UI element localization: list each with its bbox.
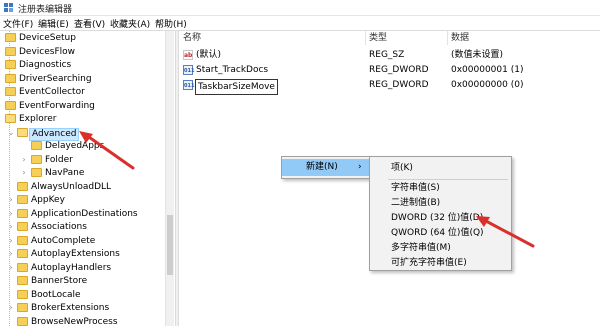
- folder-icon: [17, 262, 28, 272]
- folder-icon: [5, 46, 16, 56]
- tree-item[interactable]: DeviceSetup: [0, 32, 165, 46]
- tree-item[interactable]: DevicesFlow: [0, 46, 165, 60]
- folder-icon: [17, 181, 28, 191]
- tree-item[interactable]: DelayedApps: [0, 140, 165, 154]
- tree-item[interactable]: › ApplicationDestinations: [0, 208, 165, 222]
- folder-icon: [17, 195, 28, 204]
- expand-arrow-icon[interactable]: ›: [20, 155, 28, 165]
- folder-icon: [31, 154, 42, 164]
- expand-arrow-icon[interactable]: ›: [7, 303, 15, 313]
- value-row[interactable]: ab (默认) REG_SZ (数值未设置): [179, 48, 600, 62]
- column-header-data[interactable]: 数据: [451, 31, 469, 45]
- column-header-type[interactable]: 类型: [369, 31, 387, 45]
- menu-help[interactable]: 帮助(H): [155, 17, 187, 30]
- scrollbar-thumb[interactable]: [167, 215, 173, 275]
- tree-item[interactable]: EventForwarding: [0, 100, 165, 114]
- folder-icon: [5, 60, 16, 69]
- expand-arrow-icon[interactable]: ›: [7, 263, 15, 273]
- folder-icon: [17, 235, 28, 245]
- menu-bar: 文件(F) 编辑(E) 查看(V) 收藏夹(A) 帮助(H): [0, 16, 600, 31]
- context-menu: 新建(N) ›: [281, 156, 371, 179]
- tree-item[interactable]: › AutoplayExtensions: [0, 248, 165, 262]
- rename-input[interactable]: TaskbarSizeMove: [195, 79, 278, 95]
- tree-item[interactable]: BrowseNewProcess: [0, 316, 165, 326]
- menu-file[interactable]: 文件(F): [3, 17, 33, 30]
- menu-favorites[interactable]: 收藏夹(A): [110, 17, 150, 30]
- expand-arrow-icon[interactable]: ›: [7, 222, 15, 232]
- binary-value-icon: 011: [183, 80, 194, 90]
- expand-arrow-icon[interactable]: ›: [20, 168, 28, 178]
- folder-icon: [17, 289, 28, 299]
- tree-item[interactable]: Explorer: [0, 113, 165, 127]
- tree-item[interactable]: DriverSearching: [0, 73, 165, 87]
- folder-open-icon: [5, 114, 16, 123]
- tree-item[interactable]: › Associations: [0, 221, 165, 235]
- tree-item[interactable]: BootLocale: [0, 289, 165, 303]
- tree-item[interactable]: › AutoComplete: [0, 235, 165, 249]
- collapse-arrow-icon[interactable]: ⌄: [7, 128, 15, 138]
- folder-icon: [17, 222, 28, 231]
- registry-tree: DeviceSetup DevicesFlow Diagnostics Driv…: [0, 31, 175, 326]
- title-bar: 注册表编辑器: [0, 0, 600, 16]
- string-value-icon: ab: [183, 50, 193, 60]
- submenu-arrow-icon: ›: [358, 162, 362, 172]
- folder-icon: [5, 33, 16, 42]
- column-header-name[interactable]: 名称: [183, 31, 201, 45]
- expand-arrow-icon[interactable]: ›: [7, 249, 15, 259]
- menu-edit[interactable]: 编辑(E): [38, 17, 69, 30]
- window-title: 注册表编辑器: [18, 5, 73, 15]
- expand-arrow-icon[interactable]: ›: [7, 236, 15, 246]
- new-submenu: 项(K) 字符串值(S) 二进制值(B) DWORD (32 位)值(D) QW…: [369, 156, 512, 271]
- tree-item[interactable]: EventCollector: [0, 86, 165, 100]
- folder-open-icon: [17, 127, 28, 137]
- value-row-editing[interactable]: 011 TaskbarSizeMove REG_DWORD 0x00000000…: [179, 78, 600, 95]
- tree-item[interactable]: BannerStore: [0, 275, 165, 289]
- folder-icon: [17, 316, 28, 326]
- tree-scrollbar[interactable]: [165, 31, 174, 326]
- tree-item[interactable]: › NavPane: [0, 167, 165, 181]
- folder-icon: [5, 87, 16, 96]
- tree-item-selected[interactable]: ⌄ Advanced: [0, 127, 165, 141]
- tree-item[interactable]: › BrokerExtensions: [0, 302, 165, 316]
- folder-icon: [17, 276, 28, 285]
- tree-item[interactable]: › AutoplayHandlers: [0, 262, 165, 276]
- tree-item[interactable]: AlwaysUnloadDLL: [0, 181, 165, 195]
- expand-arrow-icon[interactable]: ›: [7, 209, 15, 219]
- folder-icon: [31, 141, 42, 150]
- tree-item[interactable]: › Folder: [0, 154, 165, 168]
- tree-item[interactable]: › AppKey: [0, 194, 165, 208]
- submenu-item-expandable-string[interactable]: 可扩充字符串值(E): [391, 255, 467, 272]
- binary-value-icon: 011: [183, 65, 194, 75]
- context-menu-new[interactable]: 新建(N) ›: [282, 159, 370, 176]
- folder-icon: [5, 73, 16, 83]
- value-row[interactable]: 011 Start_TrackDocs REG_DWORD 0x00000001…: [179, 63, 600, 77]
- folder-icon: [17, 208, 28, 218]
- expand-arrow-icon[interactable]: ›: [7, 195, 15, 205]
- registry-editor-icon: [4, 3, 13, 12]
- folder-icon: [5, 100, 16, 110]
- submenu-item-key[interactable]: 项(K): [391, 160, 413, 177]
- tree-item[interactable]: Diagnostics: [0, 59, 165, 73]
- folder-icon: [17, 249, 28, 258]
- folder-icon: [31, 168, 42, 177]
- folder-icon: [17, 303, 28, 312]
- menu-view[interactable]: 查看(V): [74, 17, 105, 30]
